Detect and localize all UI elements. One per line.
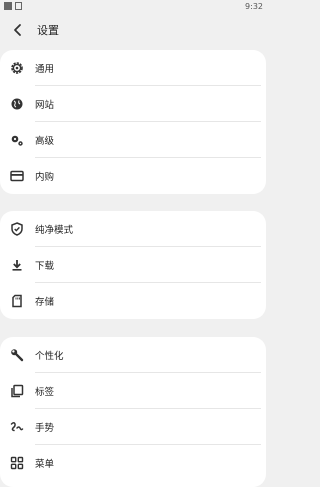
chevron-left-icon xyxy=(14,24,21,36)
settings-item-label: 纯净模式 xyxy=(35,225,74,236)
tabs-icon xyxy=(9,383,25,399)
settings-item-storage[interactable]: 存储 xyxy=(0,283,266,319)
download-icon xyxy=(9,257,25,273)
grid-icon xyxy=(9,455,25,471)
settings-group-2: 纯净模式 下载 存储 xyxy=(0,211,266,319)
settings-item-download[interactable]: 下载 xyxy=(0,247,266,283)
page-title: 设置 xyxy=(37,24,59,37)
header: 设置 xyxy=(0,14,269,46)
settings-item-clean-mode[interactable]: 纯净模式 xyxy=(0,211,266,247)
sd-card-icon xyxy=(9,293,25,309)
settings-item-label: 网站 xyxy=(35,100,55,111)
settings-item-website[interactable]: 网站 xyxy=(0,86,266,122)
gesture-icon xyxy=(9,419,25,435)
status-notification-icons xyxy=(4,2,22,10)
notification-icon xyxy=(4,2,12,10)
status-bar: 9:32 xyxy=(0,0,269,14)
settings-item-general[interactable]: 通用 xyxy=(0,50,266,86)
shield-icon xyxy=(9,221,25,237)
back-button[interactable] xyxy=(9,21,27,39)
settings-item-label: 内购 xyxy=(35,172,55,183)
settings-item-label: 个性化 xyxy=(35,351,64,362)
settings-item-personalization[interactable]: 个性化 xyxy=(0,337,266,373)
settings-item-menu[interactable]: 菜单 xyxy=(0,445,266,481)
settings-group-3: 个性化 标签 手势 菜单 xyxy=(0,337,266,487)
settings-item-label: 下载 xyxy=(35,261,55,272)
settings-item-label: 标签 xyxy=(35,387,55,398)
settings-item-advanced[interactable]: 高级 xyxy=(0,122,266,158)
settings-item-label: 高级 xyxy=(35,136,55,147)
settings-group-1: 通用 网站 高级 内购 xyxy=(0,50,266,194)
sim-icon xyxy=(15,2,22,10)
wrench-icon xyxy=(9,347,25,363)
settings-item-label: 手势 xyxy=(35,423,55,434)
gear-icon xyxy=(9,60,25,76)
settings-item-label: 存储 xyxy=(35,297,55,308)
credit-card-icon xyxy=(9,168,25,184)
gears-icon xyxy=(9,132,25,148)
settings-item-label: 菜单 xyxy=(35,459,55,470)
status-time: 9:32 xyxy=(245,2,263,11)
settings-item-tabs[interactable]: 标签 xyxy=(0,373,266,409)
globe-icon xyxy=(9,96,25,112)
settings-item-in-app-purchase[interactable]: 内购 xyxy=(0,158,266,194)
settings-item-gestures[interactable]: 手势 xyxy=(0,409,266,445)
settings-item-label: 通用 xyxy=(35,64,55,75)
